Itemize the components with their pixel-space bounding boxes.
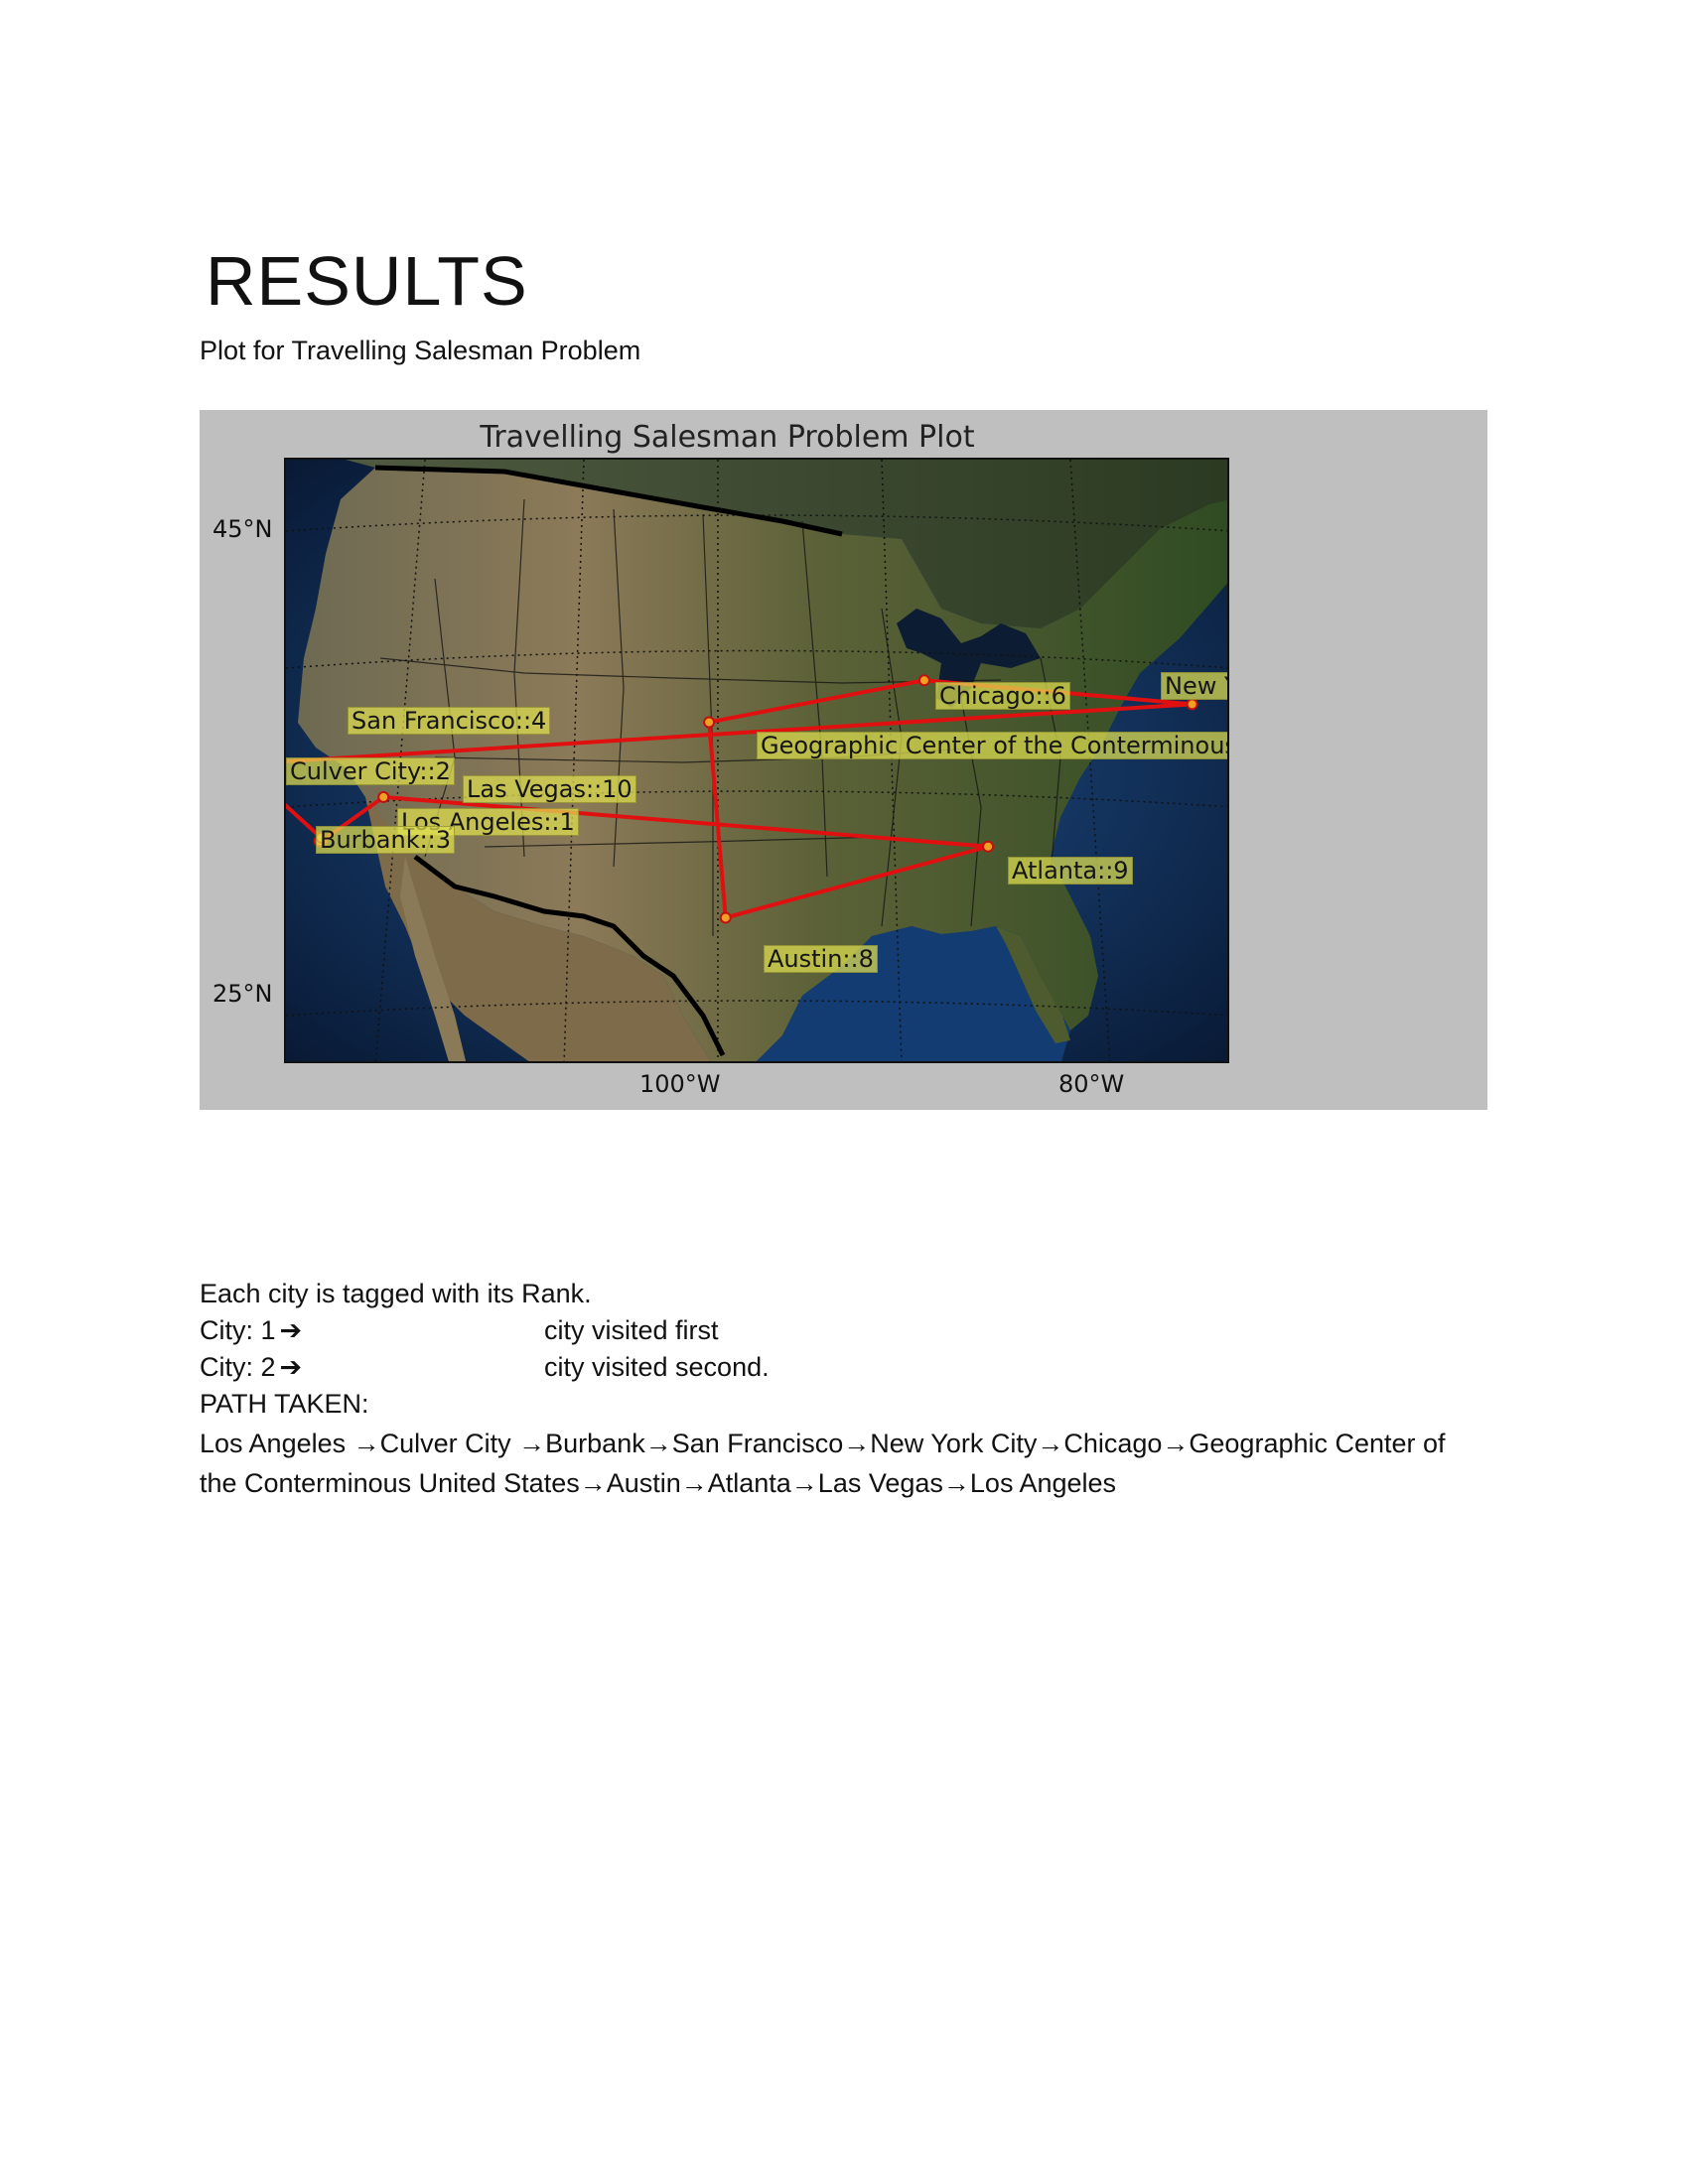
city-marker [1186,698,1198,711]
lat-tick-45n: 45°N [212,515,273,543]
plot-title: Travelling Salesman Problem Plot [480,420,975,455]
right-arrow-icon: ➔ [279,1352,303,1382]
city-label-culver-city: Culver City::2 [286,757,455,785]
map-panel: San Francisco::4 Culver City::2 Las Vega… [284,458,1229,1063]
city-label-san-francisco: San Francisco::4 [348,707,551,735]
path-heading: PATH TAKEN: [200,1389,369,1419]
city-marker [719,911,732,924]
lon-tick-100w: 100°W [639,1070,721,1098]
path-taken-line-1: Los Angeles →Culver City →Burbank→San Fr… [200,1429,1446,1458]
city-label-chicago: Chicago::6 [935,682,1070,710]
city-label-austin: Austin::8 [764,945,878,973]
rank-legend-first-prefix: City: 1 [200,1315,276,1345]
city-label-atlanta: Atlanta::9 [1008,857,1133,885]
city-label-new-york-city: New York City::5 [1161,672,1227,700]
tsp-plot-figure: Travelling Salesman Problem Plot 45°N 25… [200,410,1487,1110]
page-heading: RESULTS [206,242,528,320]
lon-tick-80w: 80°W [1058,1070,1125,1098]
lat-tick-25n: 25°N [212,980,273,1008]
city-marker [917,674,930,687]
city-marker [377,790,390,803]
city-label-las-vegas: Las Vegas::10 [463,775,636,803]
rank-legend-first: City: 1 ➔ city visited first [200,1317,795,1344]
rank-legend-second: City: 2 ➔ city visited second. [200,1354,795,1381]
figure-caption: Plot for Travelling Salesman Problem [200,336,641,365]
city-marker [703,716,716,729]
rank-legend-second-prefix: City: 2 [200,1352,276,1382]
path-taken: Los Angeles →Culver City →Burbank→San Fr… [200,1424,1490,1503]
city-marker [982,840,995,853]
rank-legend-first-desc: city visited first [544,1315,719,1345]
path-taken-line-2: the Conterminous United States→Austin→At… [200,1468,1117,1498]
right-arrow-icon: ➔ [279,1315,303,1345]
city-label-geographic-center: Geographic Center of the Conterminous Un… [757,732,1227,759]
rank-legend-second-desc: city visited second. [544,1352,770,1382]
rank-note: Each city is tagged with its Rank. [200,1279,592,1308]
city-label-burbank: Burbank::3 [316,826,456,854]
